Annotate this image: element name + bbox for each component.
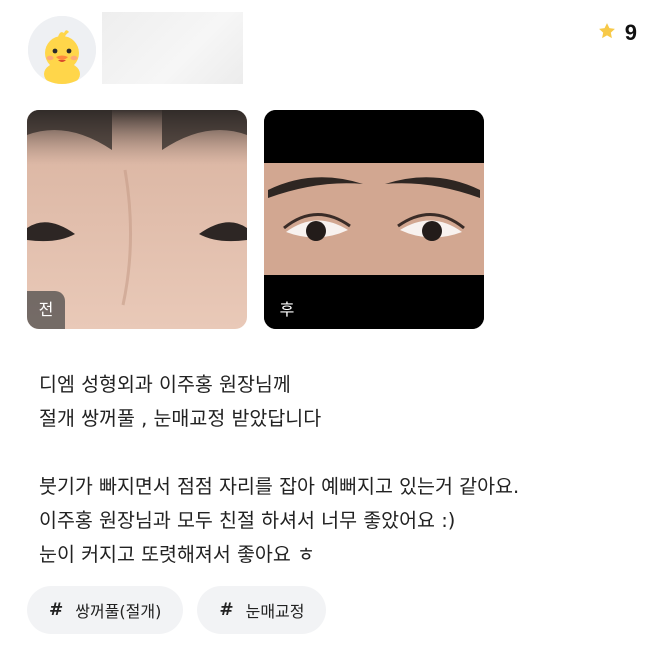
review-text: 디엠 성형외과 이주홍 원장님께 절개 쌍꺼풀 , 눈매교정 받았답니다 붓기가…: [39, 368, 519, 572]
hashtag-list: # 쌍꺼풀(절개) # 눈매교정: [27, 586, 327, 634]
review-line: 절개 쌍꺼풀 , 눈매교정 받았답니다: [39, 407, 322, 430]
hash-icon: #: [49, 600, 64, 620]
author-name-blurred: [102, 12, 243, 84]
star-icon: [597, 21, 617, 45]
hashtag-label: 쌍꺼풀(절개): [75, 602, 162, 621]
after-photo[interactable]: 후: [264, 110, 484, 329]
rating-value: 9: [624, 20, 637, 45]
after-label: 후: [279, 300, 295, 319]
review-line: 눈이 커지고 또렷해져서 좋아요 ㅎ: [39, 543, 315, 566]
hashtag-chip[interactable]: # 쌍꺼풀(절개): [27, 586, 184, 634]
duck-avatar-icon[interactable]: [28, 16, 96, 84]
before-photo[interactable]: 전: [27, 110, 247, 329]
rating: 9: [597, 20, 637, 46]
review-line: 붓기가 빠지면서 점점 자리를 잡아 예뻐지고 있는거 같아요.: [39, 475, 520, 498]
before-label: 전: [27, 291, 65, 329]
hash-icon: #: [219, 600, 234, 620]
review-line: 이주홍 원장님과 모두 친절 하셔서 너무 좋았어요 :): [39, 509, 456, 532]
review-line: 디엠 성형외과 이주홍 원장님께: [39, 373, 291, 396]
hashtag-label: 눈매교정: [245, 602, 305, 621]
hashtag-chip[interactable]: # 눈매교정: [197, 586, 327, 634]
review-line: [39, 436, 519, 470]
